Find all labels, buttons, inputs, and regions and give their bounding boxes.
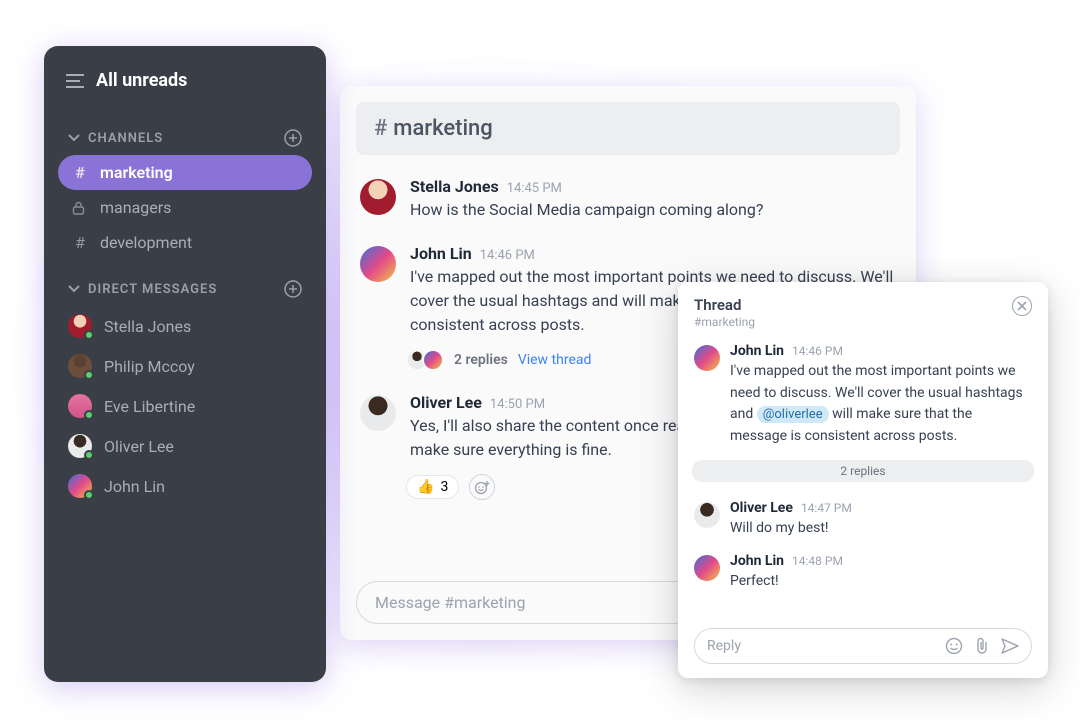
thread-title: Thread — [694, 296, 755, 314]
message-author: Oliver Lee — [410, 393, 482, 412]
presence-indicator — [84, 450, 94, 460]
message-time: 14:46 PM — [792, 344, 843, 358]
channels-section: CHANNELS # marketing managers # developm… — [58, 121, 312, 260]
channel-name: marketing — [393, 116, 493, 141]
attachment-icon[interactable] — [973, 637, 991, 655]
channel-header: # marketing — [356, 102, 900, 155]
message: Stella Jones 14:45 PM How is the Social … — [356, 177, 900, 222]
avatar — [694, 345, 720, 371]
dm-name: Eve Libertine — [104, 397, 195, 416]
compose-placeholder: Reply — [707, 638, 741, 654]
message-author: John Lin — [730, 553, 784, 569]
thread-subtitle: #marketing — [694, 315, 755, 329]
reaction-count: 3 — [440, 479, 448, 495]
dm-name: Oliver Lee — [104, 437, 174, 456]
chevron-down-icon — [68, 285, 80, 293]
message-time: 14:50 PM — [490, 397, 545, 412]
dm-item-stella[interactable]: Stella Jones — [58, 306, 312, 346]
sidebar-title-row: All unreads — [58, 70, 312, 109]
message-time: 14:45 PM — [507, 181, 562, 196]
sidebar-title: All unreads — [96, 70, 187, 91]
replies-count: 2 replies — [454, 352, 508, 368]
avatar — [360, 179, 396, 215]
close-thread-button[interactable] — [1012, 296, 1032, 316]
channel-item-managers[interactable]: managers — [58, 190, 312, 225]
avatar — [422, 349, 444, 371]
hash-icon: # — [72, 233, 88, 252]
channel-item-marketing[interactable]: # marketing — [58, 155, 312, 190]
avatar — [360, 395, 396, 431]
add-reaction-button[interactable] — [469, 474, 495, 500]
avatar — [68, 434, 92, 458]
message-time: 14:48 PM — [792, 554, 843, 568]
presence-indicator — [84, 370, 94, 380]
thread-root-message: John Lin 14:46 PM I've mapped out the mo… — [694, 343, 1032, 448]
message-author: Oliver Lee — [730, 500, 793, 516]
message-text: Perfect! — [730, 571, 1032, 593]
dm-item-eve[interactable]: Eve Libertine — [58, 386, 312, 426]
compose-placeholder: Message #marketing — [375, 593, 526, 612]
chevron-down-icon — [68, 134, 80, 142]
dm-item-oliver[interactable]: Oliver Lee — [58, 426, 312, 466]
channel-item-development[interactable]: # development — [58, 225, 312, 260]
replies-divider: 2 replies — [692, 460, 1034, 482]
lock-icon — [72, 201, 88, 215]
menu-icon[interactable] — [66, 74, 84, 88]
dms-header[interactable]: DIRECT MESSAGES — [58, 272, 312, 306]
user-mention[interactable]: @oliverlee — [757, 406, 829, 423]
dm-name: Stella Jones — [104, 317, 191, 336]
hash-icon: # — [374, 116, 387, 141]
hash-icon: # — [72, 163, 88, 182]
message-text: I've mapped out the most important point… — [730, 361, 1032, 448]
message-time: 14:47 PM — [801, 501, 852, 515]
emoji-icon[interactable] — [945, 637, 963, 655]
dm-item-philip[interactable]: Philip Mccoy — [58, 346, 312, 386]
channel-name: managers — [100, 198, 171, 217]
message-author: Stella Jones — [410, 177, 499, 196]
dms-label: DIRECT MESSAGES — [88, 282, 217, 297]
thread-compose-input[interactable]: Reply — [694, 628, 1032, 664]
thread-header: Thread #marketing — [694, 296, 1032, 329]
dms-section: DIRECT MESSAGES Stella Jones Philip Mcco… — [58, 272, 312, 506]
message-text: Will do my best! — [730, 518, 1032, 540]
dm-name: John Lin — [104, 477, 165, 496]
avatar — [694, 502, 720, 528]
avatar — [68, 314, 92, 338]
dm-name: Philip Mccoy — [104, 357, 195, 376]
presence-indicator — [84, 490, 94, 500]
thread-reply: Oliver Lee 14:47 PM Will do my best! — [694, 500, 1032, 540]
channel-name: development — [100, 233, 192, 252]
message-time: 14:46 PM — [480, 248, 535, 263]
presence-indicator — [84, 410, 94, 420]
message-author: John Lin — [410, 244, 472, 263]
message-author: John Lin — [730, 343, 784, 359]
channels-header[interactable]: CHANNELS — [58, 121, 312, 155]
avatar — [694, 555, 720, 581]
dm-item-john[interactable]: John Lin — [58, 466, 312, 506]
thread-panel: Thread #marketing John Lin 14:46 PM I've… — [678, 282, 1048, 678]
presence-indicator — [84, 330, 94, 340]
avatar — [68, 394, 92, 418]
avatar — [68, 474, 92, 498]
reaction-thumbsup[interactable]: 👍 3 — [406, 475, 459, 499]
avatar — [360, 246, 396, 282]
message-text: How is the Social Media campaign coming … — [410, 198, 896, 222]
avatar — [68, 354, 92, 378]
send-icon[interactable] — [1001, 637, 1019, 655]
channels-label: CHANNELS — [88, 131, 163, 146]
thread-reply: John Lin 14:48 PM Perfect! — [694, 553, 1032, 593]
channel-name: marketing — [100, 163, 173, 182]
thumbsup-icon: 👍 — [417, 479, 434, 495]
sidebar: All unreads CHANNELS # marketing manager… — [44, 46, 326, 682]
add-channel-icon[interactable] — [284, 129, 302, 147]
reply-avatars — [406, 349, 444, 371]
add-dm-icon[interactable] — [284, 280, 302, 298]
view-thread-link[interactable]: View thread — [518, 352, 592, 368]
